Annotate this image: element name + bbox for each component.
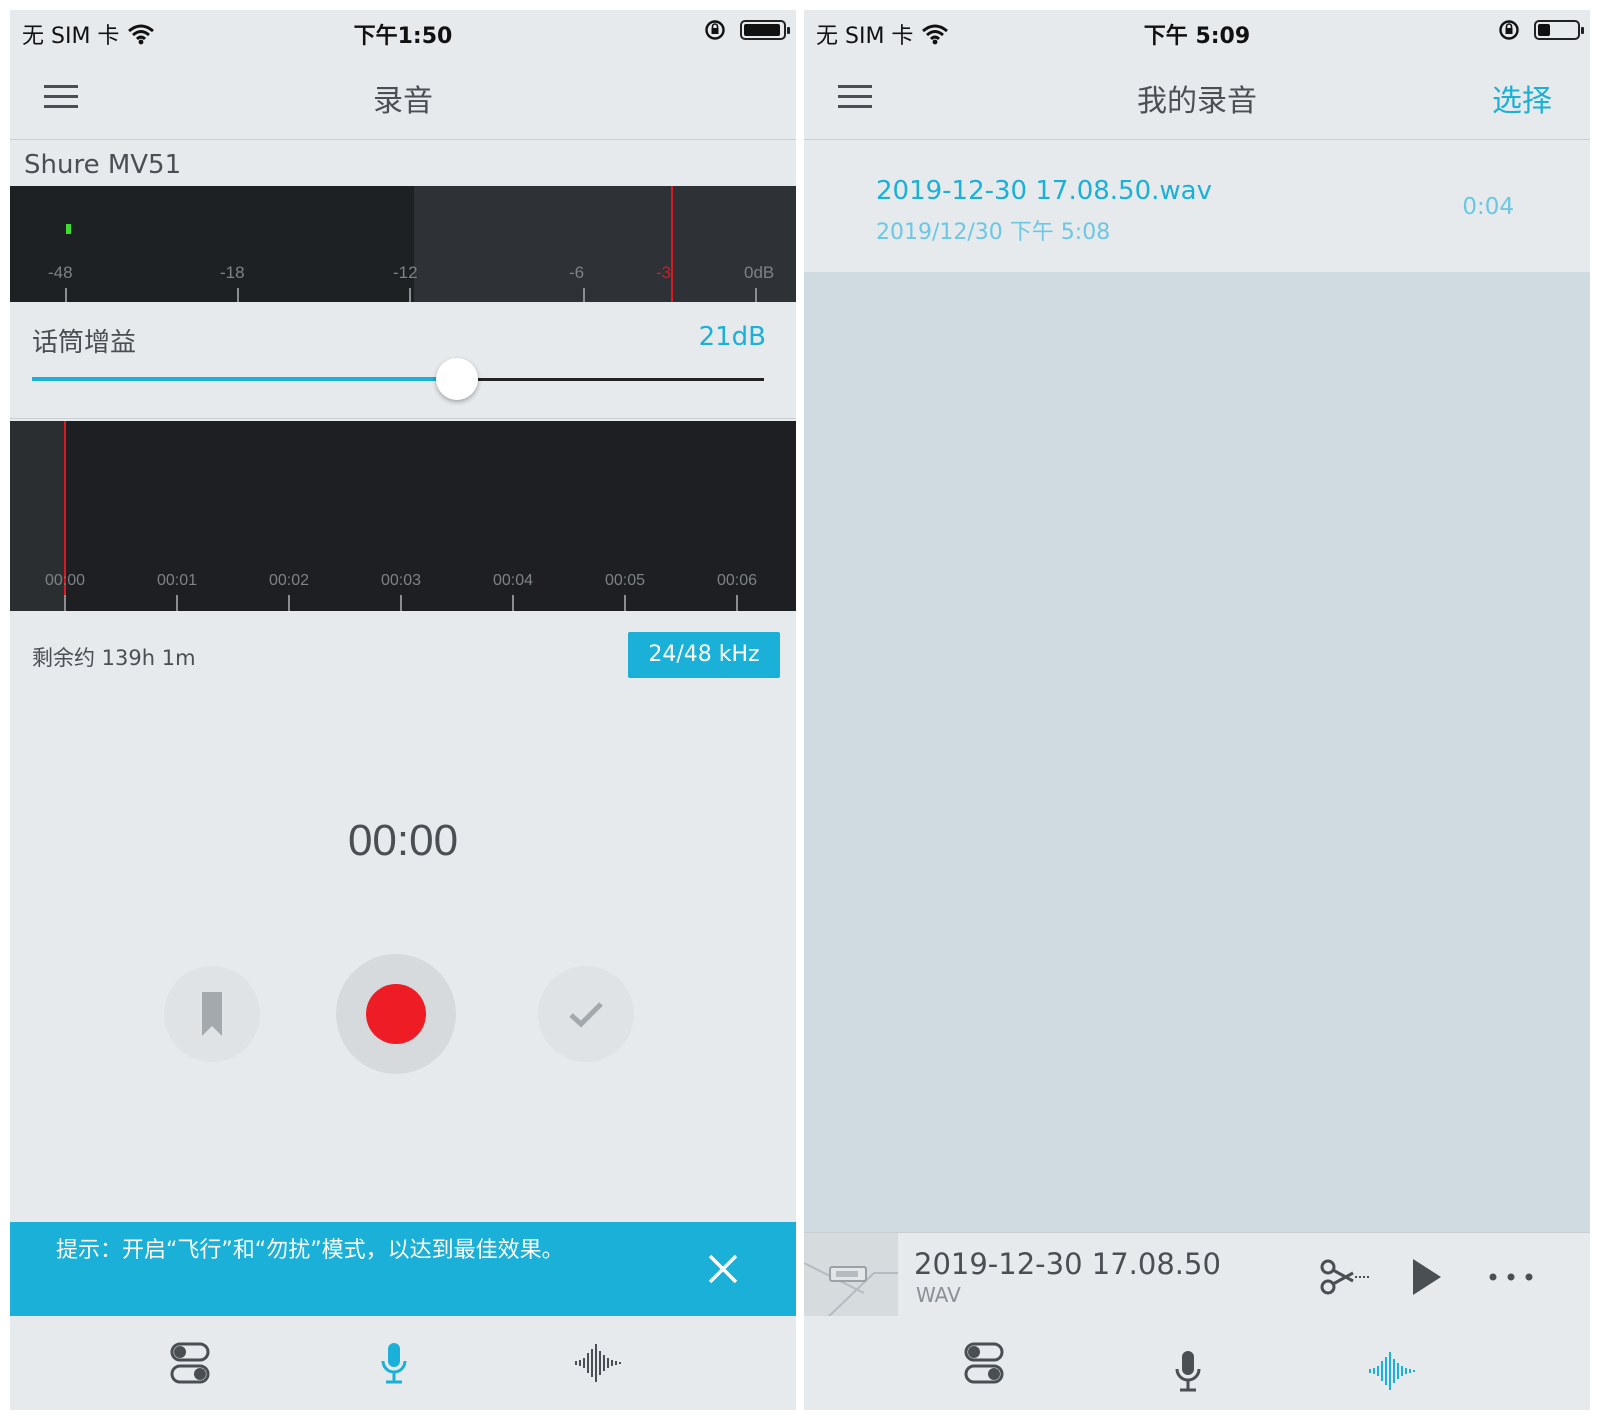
trim-button[interactable] (1318, 1255, 1374, 1299)
gain-slider-fill (32, 377, 457, 381)
gain-value: 21dB (698, 322, 766, 352)
empty-list-area (804, 272, 1590, 1232)
timeline-label: 00:05 (605, 572, 645, 589)
timeline-label: 00:03 (381, 572, 421, 589)
page-title: 录音 (373, 84, 433, 119)
tab-settings[interactable] (160, 1338, 220, 1388)
device-name: Shure MV51 (24, 150, 182, 180)
player-title: 2019-12-30 17.08.50 (914, 1247, 1221, 1281)
more-button[interactable] (1486, 1255, 1536, 1299)
done-button[interactable] (538, 966, 634, 1062)
mini-player[interactable]: 2019-12-30 17.08.50 WAV (804, 1232, 1590, 1322)
record-button[interactable] (336, 954, 456, 1074)
waveform-icon (575, 1344, 621, 1382)
rotation-lock-icon (705, 20, 725, 40)
timeline-label: 00:01 (157, 572, 197, 589)
record-icon (366, 984, 426, 1044)
record-timer: 00:00 (347, 816, 459, 865)
play-icon (1413, 1259, 1441, 1295)
battery-icon (740, 20, 790, 40)
meter-label: 0dB (744, 263, 774, 282)
level-indicator (66, 224, 71, 234)
timeline-label: 00:06 (717, 572, 757, 589)
tip-banner: 提示：开启“飞行”和“勿扰”模式，以达到最佳效果。 (10, 1222, 796, 1316)
recordings-screen: 无 SIM 卡 下午 5:09 我的录音 选择 2019-12-30 17.08… (804, 10, 1590, 1410)
gain-label: 话筒增益 (32, 328, 137, 358)
scissors-icon (1320, 1259, 1371, 1295)
tab-settings[interactable] (954, 1338, 1014, 1388)
meter-label: -6 (569, 263, 584, 282)
gain-slider-thumb[interactable] (436, 358, 478, 400)
settings-toggle-icon (170, 1342, 210, 1384)
settings-toggle-icon (964, 1342, 1004, 1384)
microphone-icon (1175, 1351, 1201, 1392)
divider (10, 418, 796, 419)
bookmark-icon (202, 992, 222, 1036)
level-meter: -48 -18 -12 -6 -3 0dB (10, 186, 796, 302)
gain-slider[interactable] (32, 358, 764, 400)
recording-duration: 0:04 (1462, 194, 1514, 220)
tab-record[interactable] (1158, 1346, 1218, 1396)
page-title: 我的录音 (1137, 84, 1257, 119)
meter-label: -48 (48, 263, 73, 282)
sample-rate-button[interactable]: 24/48 kHz (628, 632, 780, 678)
recording-date: 2019/12/30 下午 5:08 (876, 220, 1111, 245)
close-icon[interactable] (706, 1252, 740, 1286)
select-button[interactable]: 选择 (1492, 76, 1552, 120)
remaining-time: 剩余约 139h 1m (32, 646, 196, 670)
status-bar: 无 SIM 卡 下午 5:09 (804, 10, 1590, 54)
nav-bar: 我的录音 选择 (804, 54, 1590, 140)
waveform-timeline[interactable]: 00:00 00:01 00:02 00:03 00:04 00:05 00:0… (10, 421, 796, 611)
list-item[interactable]: 2019-12-30 17.08.50.wav 2019/12/30 下午 5:… (804, 142, 1590, 272)
battery-fill (744, 24, 780, 36)
timeline-label: 00:04 (493, 572, 533, 589)
meter-label: -3 (656, 263, 671, 282)
tab-recordings[interactable] (568, 1338, 628, 1388)
more-icon (1489, 1273, 1533, 1281)
microphone-icon (381, 1343, 407, 1384)
tab-bar (804, 1316, 1590, 1410)
status-bar: 无 SIM 卡 下午1:50 (10, 10, 796, 54)
status-time: 下午1:50 (353, 24, 453, 49)
tab-bar (10, 1316, 796, 1410)
record-screen: 无 SIM 卡 下午1:50 录音 Shure MV51 -48 -18 -12… (10, 10, 796, 1410)
tab-recordings[interactable] (1362, 1346, 1422, 1396)
meter-label: -18 (220, 263, 245, 282)
tab-record[interactable] (364, 1338, 424, 1388)
recording-name: 2019-12-30 17.08.50.wav (876, 176, 1212, 206)
recording-thumbnail (804, 1233, 898, 1321)
battery-icon (1534, 20, 1584, 40)
status-time: 下午 5:09 (1143, 24, 1251, 49)
bookmark-button[interactable] (164, 966, 260, 1062)
battery-fill (1538, 24, 1550, 36)
rotation-lock-icon (1499, 20, 1519, 40)
play-button[interactable] (1406, 1255, 1446, 1299)
waveform-icon (1369, 1352, 1415, 1390)
player-format: WAV (916, 1283, 961, 1307)
tip-text: 提示：开启“飞行”和“勿扰”模式，以达到最佳效果。 (56, 1238, 564, 1263)
check-icon (569, 1002, 603, 1028)
timeline-label: 00:00 (45, 572, 85, 589)
meter-label: -12 (393, 263, 418, 282)
nav-bar: 录音 (10, 54, 796, 140)
timeline-label: 00:02 (269, 572, 309, 589)
